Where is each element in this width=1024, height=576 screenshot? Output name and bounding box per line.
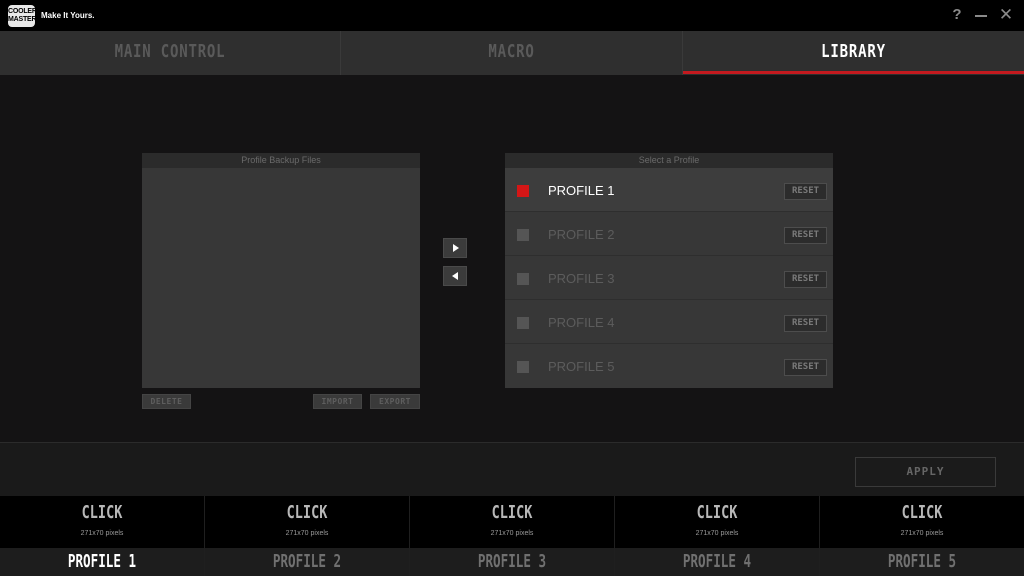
cooler-master-logo: COOLER MASTER (8, 5, 37, 27)
slot-image-area: CLICK 271x70 pixels (205, 496, 409, 548)
profile-indicator (517, 317, 529, 329)
profile-slot-3[interactable]: CLICK 271x70 pixels PROFILE 3 (410, 496, 615, 576)
profile-indicator (517, 185, 529, 197)
help-button[interactable]: ? (948, 5, 966, 25)
backup-panel-title: Profile Backup Files (142, 153, 420, 168)
profile-slot-1[interactable]: CLICK 271x70 pixels PROFILE 1 (0, 496, 205, 576)
profile-label: PROFILE 2 (548, 227, 615, 242)
slot-size-text: 271x70 pixels (285, 530, 329, 537)
arrow-left-icon (452, 272, 458, 280)
profile-label: PROFILE 1 (548, 183, 615, 198)
slot-click-text: CLICK (81, 502, 123, 523)
slot-name: PROFILE 4 (682, 551, 752, 572)
slot-size-text: 271x70 pixels (695, 530, 739, 537)
slot-size-text: 271x70 pixels (900, 530, 944, 537)
tab-library[interactable]: LIBRARY (683, 31, 1024, 75)
slot-name: PROFILE 3 (477, 551, 547, 572)
profile-row-4[interactable]: PROFILE 4 RESET (505, 300, 833, 344)
reset-button[interactable]: RESET (784, 227, 827, 244)
profile-row-1[interactable]: PROFILE 1 RESET (505, 168, 833, 212)
slot-click-text: CLICK (901, 502, 943, 523)
profile-slot-2[interactable]: CLICK 271x70 pixels PROFILE 2 (205, 496, 410, 576)
tab-main-control[interactable]: MAIN CONTROL (0, 31, 341, 75)
slot-name-area: PROFILE 4 (615, 548, 819, 576)
slot-name-area: PROFILE 5 (820, 548, 1024, 576)
slot-name-area: PROFILE 1 (0, 548, 204, 576)
slot-size-text: 271x70 pixels (80, 530, 124, 537)
profile-label: PROFILE 3 (548, 271, 615, 286)
slot-click-text: CLICK (286, 502, 328, 523)
profile-indicator (517, 361, 529, 373)
transfer-left-button[interactable] (443, 266, 467, 286)
slot-name: PROFILE 5 (887, 551, 957, 572)
transfer-right-button[interactable] (443, 238, 467, 258)
tagline: Make It Yours. (41, 11, 95, 20)
minimize-icon (975, 15, 987, 17)
slot-image-area: CLICK 271x70 pixels (0, 496, 204, 548)
reset-button[interactable]: RESET (784, 359, 827, 376)
slot-click-text: CLICK (696, 502, 738, 523)
profile-row-2[interactable]: PROFILE 2 RESET (505, 212, 833, 256)
profile-strip: CLICK 271x70 pixels PROFILE 1 CLICK 271x… (0, 496, 1024, 576)
reset-button[interactable]: RESET (784, 315, 827, 332)
profile-row-3[interactable]: PROFILE 3 RESET (505, 256, 833, 300)
select-profile-title: Select a Profile (505, 153, 833, 168)
slot-name: PROFILE 2 (272, 551, 342, 572)
profile-row-5[interactable]: PROFILE 5 RESET (505, 344, 833, 388)
tab-label: MAIN CONTROL (114, 41, 226, 62)
tab-label: MACRO (488, 41, 535, 62)
slot-name: PROFILE 1 (67, 551, 137, 572)
profile-indicator (517, 273, 529, 285)
delete-button[interactable]: DELETE (142, 394, 191, 409)
export-button[interactable]: EXPORT (370, 394, 420, 409)
slot-name-area: PROFILE 3 (410, 548, 614, 576)
slot-image-area: CLICK 271x70 pixels (410, 496, 614, 548)
profile-slot-4[interactable]: CLICK 271x70 pixels PROFILE 4 (615, 496, 820, 576)
slot-name-area: PROFILE 2 (205, 548, 409, 576)
minimize-button[interactable] (972, 5, 990, 25)
slot-size-text: 271x70 pixels (490, 530, 534, 537)
title-bar: COOLER MASTER Make It Yours. ? ✕ (0, 0, 1024, 31)
profile-list: PROFILE 1 RESET PROFILE 2 RESET PROFILE … (505, 168, 833, 388)
tab-bar: MAIN CONTROL MACRO LIBRARY (0, 31, 1024, 75)
tab-macro[interactable]: MACRO (341, 31, 683, 75)
reset-button[interactable]: RESET (784, 271, 827, 288)
close-button[interactable]: ✕ (997, 5, 1015, 25)
profile-label: PROFILE 4 (548, 315, 615, 330)
import-button[interactable]: IMPORT (313, 394, 362, 409)
profile-indicator (517, 229, 529, 241)
slot-image-area: CLICK 271x70 pixels (820, 496, 1024, 548)
arrow-right-icon (453, 244, 459, 252)
slot-click-text: CLICK (491, 502, 533, 523)
tab-label: LIBRARY (821, 41, 886, 62)
profile-label: PROFILE 5 (548, 359, 615, 374)
slot-image-area: CLICK 271x70 pixels (615, 496, 819, 548)
active-tab-indicator (683, 71, 1024, 74)
backup-files-list[interactable] (142, 168, 420, 388)
reset-button[interactable]: RESET (784, 183, 827, 200)
profile-slot-5[interactable]: CLICK 271x70 pixels PROFILE 5 (820, 496, 1024, 576)
apply-button[interactable]: APPLY (855, 457, 996, 487)
